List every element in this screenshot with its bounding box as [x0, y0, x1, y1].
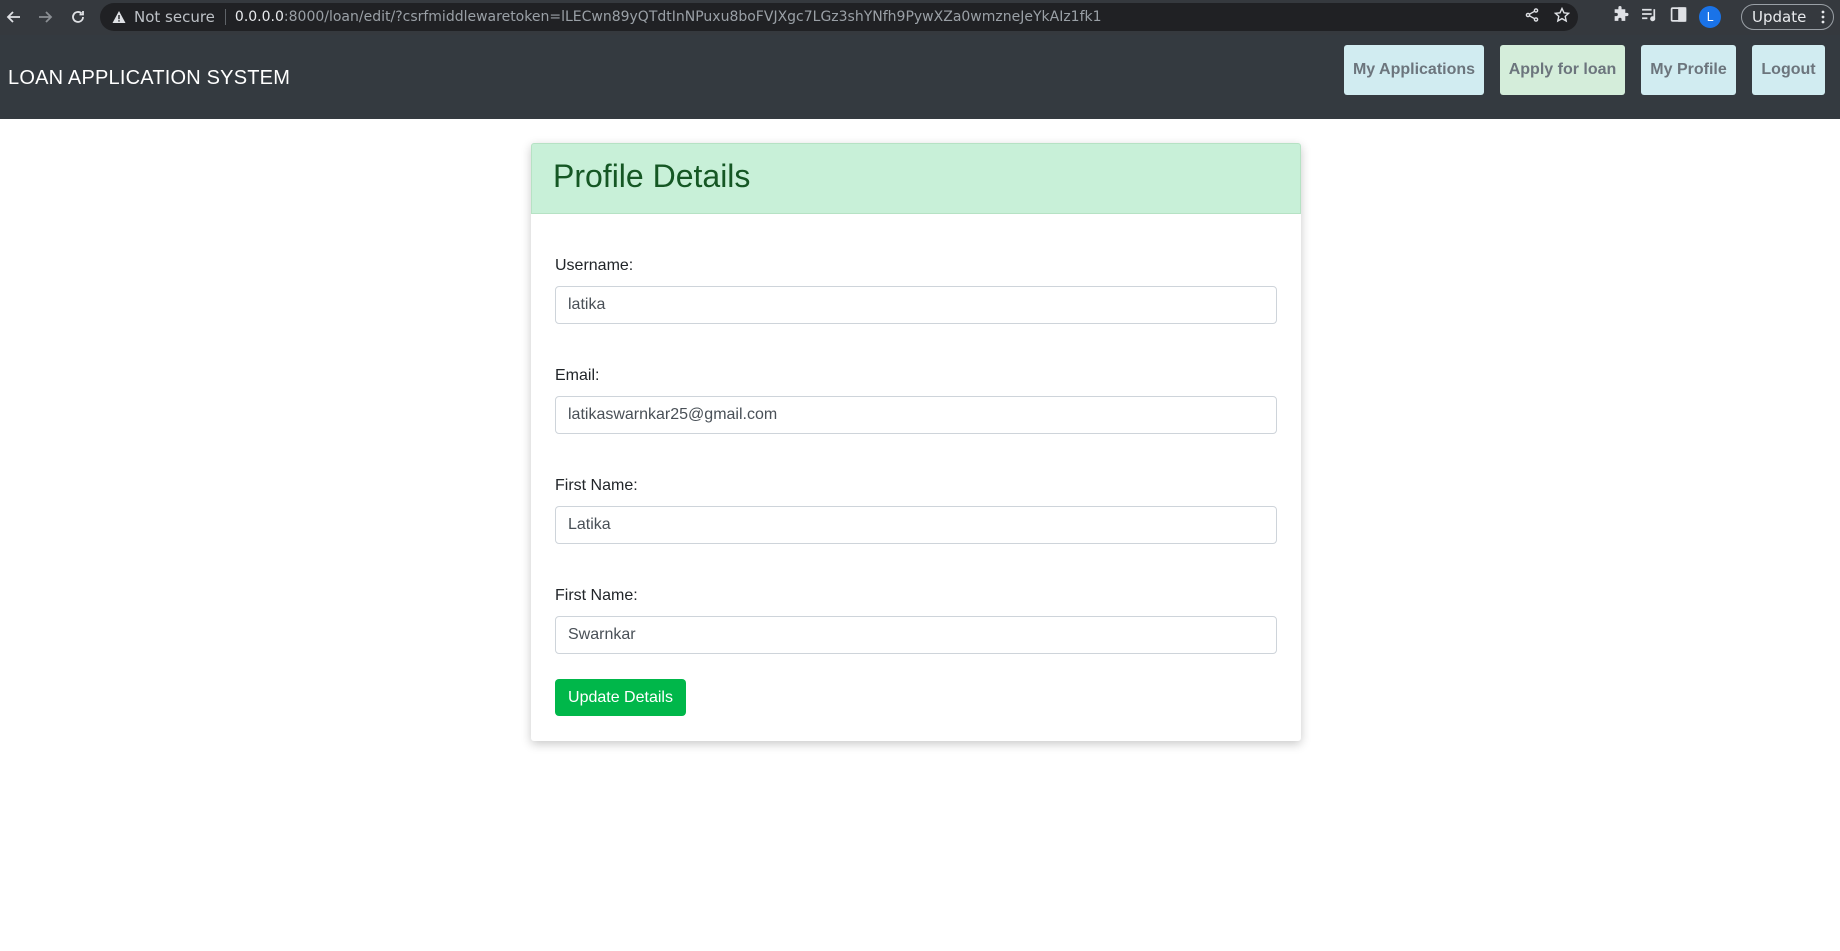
address-bar[interactable]: Not secure 0.0.0.0:8000/loan/edit/?csrfm…	[100, 3, 1578, 31]
side-panel-icon[interactable]	[1670, 6, 1687, 28]
omnibox-actions	[1524, 3, 1571, 31]
kebab-menu-icon[interactable]	[1821, 10, 1825, 28]
media-queue-icon[interactable]	[1641, 6, 1658, 28]
url-host: 0.0.0.0	[234, 9, 284, 25]
url-text[interactable]: 0.0.0.0:8000/loan/edit/?csrfmiddlewareto…	[235, 9, 1102, 25]
brand-title[interactable]: LOAN APPLICATION SYSTEM	[8, 67, 290, 90]
browser-extensions: L	[1612, 4, 1721, 30]
browser-toolbar: Not secure 0.0.0.0:8000/loan/edit/?csrfm…	[0, 0, 1840, 35]
reload-icon[interactable]	[65, 4, 91, 30]
profile-card-header: Profile Details	[531, 143, 1301, 214]
bookmark-star-icon[interactable]	[1553, 6, 1571, 28]
username-label: Username:	[555, 257, 634, 274]
email-label: Email:	[555, 367, 600, 384]
profile-card: Profile Details Username: Email: First N…	[531, 143, 1301, 741]
update-details-button[interactable]: Update Details	[555, 679, 686, 716]
page-title: Profile Details	[553, 158, 751, 194]
first-name-input[interactable]	[555, 506, 1277, 544]
app-navbar: LOAN APPLICATION SYSTEM My Applications …	[0, 35, 1840, 119]
nav-logout-button[interactable]: Logout	[1752, 45, 1825, 95]
last-name-input[interactable]	[555, 616, 1277, 654]
last-name-label: First Name:	[555, 587, 638, 604]
browser-update-button[interactable]: Update	[1741, 4, 1834, 30]
url-path: :8000/loan/edit/?csrfmiddlewaretoken=lLE…	[283, 9, 1102, 25]
warning-icon	[112, 10, 126, 24]
extensions-puzzle-icon[interactable]	[1612, 6, 1629, 28]
share-icon[interactable]	[1524, 7, 1540, 28]
nav-apply-for-loan-button[interactable]: Apply for loan	[1500, 45, 1625, 95]
forward-arrow-icon[interactable]	[32, 4, 58, 30]
profile-avatar[interactable]: L	[1699, 6, 1721, 28]
omnibox-divider	[224, 9, 226, 25]
nav-my-profile-button[interactable]: My Profile	[1641, 45, 1736, 95]
first-name-label: First Name:	[555, 477, 638, 494]
nav-my-applications-button[interactable]: My Applications	[1344, 45, 1484, 95]
username-input[interactable]	[555, 286, 1277, 324]
back-arrow-icon[interactable]	[1, 4, 27, 30]
security-label[interactable]: Not secure	[134, 8, 215, 26]
email-input[interactable]	[555, 396, 1277, 434]
update-label: Update	[1752, 8, 1807, 26]
